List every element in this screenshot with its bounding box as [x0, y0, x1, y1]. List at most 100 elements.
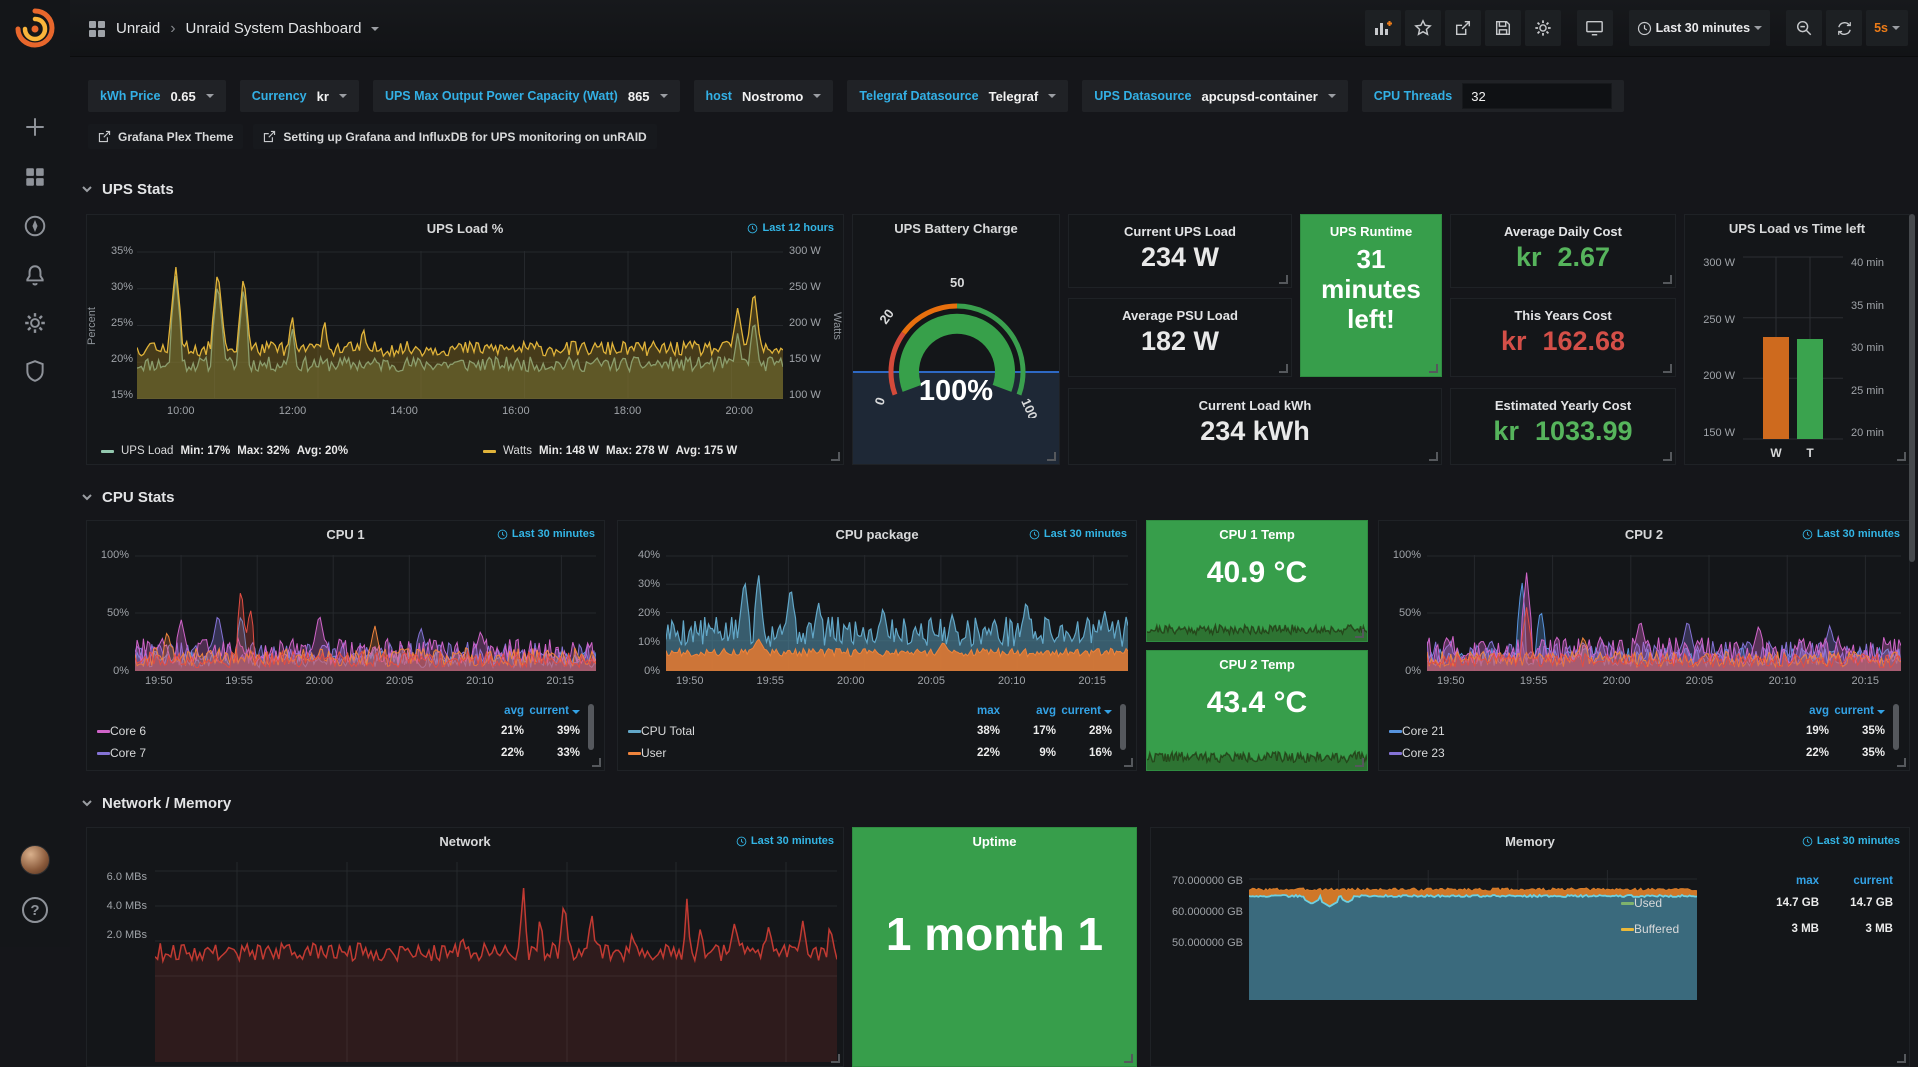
panel-time-override[interactable]: Last 30 minutes	[1029, 528, 1127, 540]
add-panel-button[interactable]	[1365, 10, 1401, 46]
y-axis-ticks: 6.0 MBs4.0 MBs2.0 MBs	[95, 871, 147, 941]
variable-value: kr	[317, 89, 329, 104]
panel-cpu2-temp[interactable]: CPU 2 Temp 43.4 °C	[1146, 650, 1368, 771]
cpu-threads-input[interactable]	[1462, 83, 1612, 109]
gauge-value: 100%	[853, 375, 1059, 408]
configuration-gear-icon[interactable]	[23, 311, 47, 335]
chevron-down-icon	[660, 94, 668, 98]
refresh-interval-select[interactable]: 5s	[1866, 10, 1908, 46]
panel-title[interactable]: CPU 2 Temp	[1147, 651, 1367, 678]
panel-time-override[interactable]: Last 30 minutes	[1802, 528, 1900, 540]
panel-uptime[interactable]: Uptime 1 month 1	[852, 827, 1137, 1067]
panel-time-override[interactable]: Last 30 minutes	[497, 528, 595, 540]
legend-scrollbar[interactable]	[1893, 704, 1899, 750]
stat-value: 40.9 °C	[1147, 556, 1367, 590]
link-ups-monitoring-guide[interactable]: Setting up Grafana and InfluxDB for UPS …	[253, 124, 656, 149]
variable-currency[interactable]: Currency kr	[240, 80, 359, 112]
panel-time-override[interactable]: Last 12 hours	[747, 222, 834, 234]
panel-title[interactable]: UPS Battery Charge	[853, 215, 1059, 242]
user-avatar[interactable]	[20, 845, 50, 875]
panel-current-load-kwh[interactable]: Current Load kWh 234 kWh	[1068, 388, 1442, 465]
help-button[interactable]: ?	[22, 897, 48, 923]
network-chart	[155, 862, 837, 1062]
variable-ups-datasource[interactable]: UPS Datasource apcupsd-container	[1082, 80, 1348, 112]
panel-title[interactable]: CPU 1 Temp	[1147, 521, 1367, 548]
star-button[interactable]	[1405, 10, 1441, 46]
stat-title: This Years Cost	[1451, 308, 1675, 323]
legend-ups-load[interactable]: UPS Load Min: 17%Max: 32%Avg: 20%	[101, 445, 447, 457]
legend-row: Buffered 3 MB 3 MB	[1621, 916, 1897, 942]
panel-this-years-cost[interactable]: This Years Cost kr 162.68	[1450, 298, 1676, 377]
admin-shield-icon[interactable]	[23, 359, 47, 383]
variable-telegraf-datasource[interactable]: Telegraf Datasource Telegraf	[847, 80, 1068, 112]
legend-header: max avg current	[628, 702, 1128, 720]
grafana-logo[interactable]	[13, 7, 57, 51]
stat-title: Average Daily Cost	[1451, 224, 1675, 239]
stat-title: Current UPS Load	[1069, 224, 1291, 239]
dashboards-grid-icon[interactable]	[88, 20, 106, 38]
panel-average-psu-load[interactable]: Average PSU Load 182 W	[1068, 298, 1292, 377]
page-scrollbar[interactable]	[1909, 214, 1915, 562]
chevron-down-icon	[206, 94, 214, 98]
save-button[interactable]	[1485, 10, 1521, 46]
variable-value: Nostromo	[742, 89, 803, 104]
stat-value: 1 month 1	[853, 907, 1136, 961]
variable-ups-max-output[interactable]: UPS Max Output Power Capacity (Watt) 865	[373, 80, 680, 112]
explore-compass-icon[interactable]	[23, 214, 47, 238]
variable-host[interactable]: host Nostromo	[694, 80, 834, 112]
svg-text:T: T	[1806, 446, 1814, 460]
legend-scrollbar[interactable]	[588, 704, 594, 750]
panel-title[interactable]: Network	[87, 828, 843, 855]
panel-cpu1-temp[interactable]: CPU 1 Temp 40.9 °C	[1146, 520, 1368, 642]
panel-time-override[interactable]: Last 30 minutes	[736, 835, 834, 847]
stat-value: 234 W	[1069, 242, 1291, 273]
settings-gear-button[interactable]	[1525, 10, 1561, 46]
legend-watts[interactable]: Watts Min: 148 WMax: 278 WAvg: 175 W	[447, 445, 829, 457]
panel-ups-load-graph: UPS Load % Last 12 hours Percent 35%30% …	[86, 214, 844, 465]
variable-label: UPS Datasource	[1094, 89, 1191, 103]
legend-row: Core 23 22% 35%	[1389, 742, 1901, 764]
panel-title[interactable]: UPS Load %	[87, 215, 843, 242]
y-axis-ticks: 70.000000 GB60.000000 GB50.000000 GB	[1157, 875, 1243, 949]
panel-title[interactable]: UPS Load vs Time left	[1685, 215, 1909, 242]
stat-value: kr 162.68	[1451, 326, 1675, 357]
panel-current-ups-load[interactable]: Current UPS Load 234 W	[1068, 214, 1292, 288]
link-grafana-plex-theme[interactable]: Grafana Plex Theme	[88, 124, 243, 149]
share-button[interactable]	[1445, 10, 1481, 46]
variable-value: apcupsd-container	[1201, 89, 1317, 104]
y-axis-ticks: 100%50%0%	[1387, 549, 1421, 677]
sidebar: ?	[0, 0, 70, 947]
cpu-package-chart	[666, 555, 1128, 671]
time-range-picker[interactable]: Last 30 minutes	[1629, 10, 1770, 46]
panel-estimated-yearly-cost[interactable]: Estimated Yearly Cost kr 1033.99	[1450, 388, 1676, 465]
panel-title[interactable]: Uptime	[853, 828, 1136, 855]
cpu1-chart	[135, 555, 596, 671]
panel-title[interactable]: Memory	[1151, 828, 1909, 855]
dashboard-title[interactable]: Unraid System Dashboard	[186, 20, 362, 37]
section-ups-stats[interactable]: UPS Stats	[80, 176, 174, 202]
chevron-down-icon[interactable]	[371, 27, 379, 31]
bar-time-left	[1797, 339, 1823, 439]
panel-cpu2-graph: CPU 2 Last 30 minutes 100%50%0% 19:5019:…	[1378, 520, 1910, 771]
panel-time-override[interactable]: Last 30 minutes	[1802, 835, 1900, 847]
variable-kwh-price[interactable]: kWh Price 0.65	[88, 80, 226, 112]
legend-scrollbar[interactable]	[1120, 704, 1126, 750]
stat-title: UPS Runtime	[1301, 224, 1441, 239]
section-network-memory[interactable]: Network / Memory	[80, 790, 231, 816]
panel-average-daily-cost[interactable]: Average Daily Cost kr 2.67	[1450, 214, 1676, 288]
panel-ups-runtime[interactable]: UPS Runtime 31 minutes left!	[1300, 214, 1442, 377]
legend-table: avg current Core 6 21% 39% Core 7 22% 33…	[97, 702, 596, 764]
variable-label: kWh Price	[100, 89, 160, 103]
create-plus-icon[interactable]	[23, 115, 47, 139]
section-cpu-stats[interactable]: CPU Stats	[80, 484, 175, 510]
chevron-down-icon	[1754, 26, 1762, 30]
dashboards-icon[interactable]	[23, 165, 47, 189]
refresh-button[interactable]	[1826, 10, 1862, 46]
alerting-bell-icon[interactable]	[23, 263, 47, 287]
zoom-out-button[interactable]	[1786, 10, 1822, 46]
section-title: UPS Stats	[102, 181, 174, 198]
clock-icon	[1029, 529, 1040, 540]
breadcrumb-folder[interactable]: Unraid	[116, 20, 160, 37]
legend-header: avg current	[1389, 702, 1901, 720]
cycle-view-button[interactable]	[1577, 10, 1613, 46]
